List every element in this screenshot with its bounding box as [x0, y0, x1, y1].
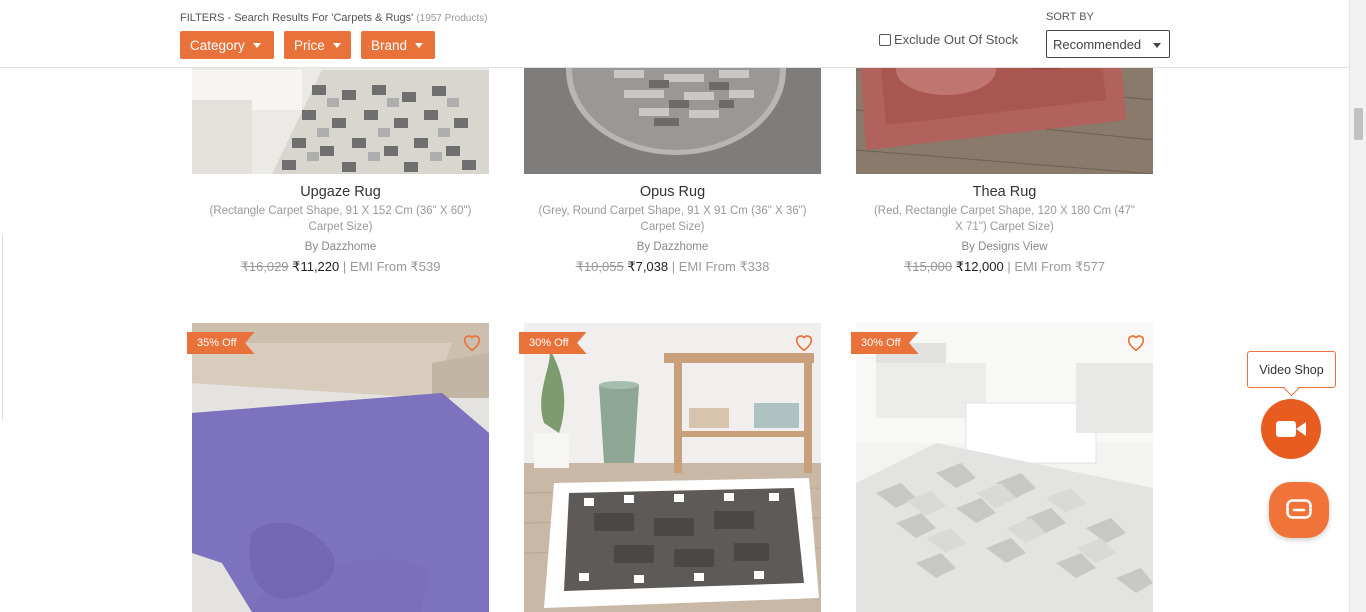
- exclude-label: Exclude Out Of Stock: [894, 32, 1019, 47]
- product-info: Opus Rug (Grey, Round Carpet Shape, 91 X…: [524, 184, 821, 275]
- filter-title: FILTERS - Search Results For 'Carpets & …: [180, 12, 487, 24]
- mrp-price: ₹16,029: [240, 259, 289, 274]
- sale-price: ₹7,038: [627, 259, 669, 274]
- wishlist-heart-icon[interactable]: [461, 331, 483, 353]
- video-shop-label[interactable]: Video Shop: [1247, 351, 1336, 388]
- product-description: (Grey, Round Carpet Shape, 91 X 91 Cm (3…: [538, 205, 807, 233]
- side-panel-edge: [0, 235, 3, 420]
- product-name[interactable]: Upgaze Rug: [192, 184, 489, 200]
- sale-price: ₹11,220: [292, 259, 340, 274]
- chevron-down-icon: [415, 42, 424, 48]
- product-brand: By Dazzhome: [304, 241, 377, 253]
- discount-badge: 30% Off: [851, 332, 919, 354]
- chat-icon: [1286, 499, 1312, 519]
- filter-bar: FILTERS - Search Results For 'Carpets & …: [0, 0, 1349, 68]
- product-image[interactable]: [856, 323, 1153, 612]
- emi-text: | EMI From ₹338: [668, 259, 770, 274]
- video-camera-icon: [1276, 421, 1306, 437]
- product-price: ₹15,000 ₹12,000 | EMI From ₹577: [856, 259, 1153, 275]
- mrp-price: ₹15,000: [904, 259, 953, 274]
- chevron-down-icon: [1153, 43, 1161, 48]
- chevron-down-icon: [332, 42, 341, 48]
- product-brand: By Designs View: [961, 241, 1048, 253]
- chat-button[interactable]: [1269, 482, 1329, 538]
- brand-filter-label: Brand: [371, 37, 408, 53]
- exclude-checkbox[interactable]: [879, 33, 891, 46]
- scrollbar[interactable]: [1349, 0, 1366, 612]
- video-shop-button[interactable]: [1261, 399, 1321, 459]
- price-filter-label: Price: [294, 37, 325, 53]
- product-price: ₹10,055 ₹7,038 | EMI From ₹338: [524, 259, 821, 275]
- product-price: ₹16,029 ₹11,220 | EMI From ₹539: [192, 259, 489, 275]
- discount-badge: 30% Off: [519, 332, 587, 354]
- price-filter-button[interactable]: Price: [284, 31, 351, 59]
- product-image[interactable]: [192, 323, 489, 612]
- product-description: (Red, Rectangle Carpet Shape, 120 X 180 …: [873, 205, 1136, 233]
- product-card[interactable]: 35% Off: [187, 323, 489, 612]
- product-count: (1957 Products): [416, 13, 488, 24]
- product-description: (Rectangle Carpet Shape, 91 X 152 Cm (36…: [209, 205, 472, 233]
- mrp-price: ₹10,055: [575, 259, 624, 274]
- sort-value: Recommended: [1053, 36, 1142, 52]
- discount-badge: 35% Off: [187, 332, 255, 354]
- sale-price: ₹12,000: [955, 259, 1004, 274]
- emi-text: | EMI From ₹577: [1003, 259, 1105, 274]
- product-name[interactable]: Thea Rug: [856, 184, 1153, 200]
- brand-filter-button[interactable]: Brand: [361, 31, 435, 59]
- product-name[interactable]: Opus Rug: [524, 184, 821, 200]
- wishlist-heart-icon[interactable]: [1125, 331, 1147, 353]
- product-card[interactable]: 30% Off: [851, 323, 1153, 612]
- sort-select[interactable]: Recommended: [1046, 30, 1170, 58]
- emi-text: | EMI From ₹539: [339, 259, 441, 274]
- product-info: Upgaze Rug (Rectangle Carpet Shape, 91 X…: [192, 184, 489, 275]
- product-brand: By Dazzhome: [636, 241, 709, 253]
- exclude-out-of-stock[interactable]: Exclude Out Of Stock: [879, 32, 1018, 47]
- scrollbar-thumb[interactable]: [1354, 108, 1363, 140]
- product-card[interactable]: 30% Off: [519, 323, 821, 612]
- category-filter-button[interactable]: Category: [180, 31, 274, 59]
- category-filter-label: Category: [190, 37, 245, 53]
- sort-by-label: SORT BY: [1046, 11, 1094, 23]
- chevron-down-icon: [252, 42, 261, 48]
- product-info: Thea Rug (Red, Rectangle Carpet Shape, 1…: [856, 184, 1153, 275]
- filter-title-text: FILTERS - Search Results For 'Carpets & …: [180, 12, 414, 24]
- product-image[interactable]: [524, 323, 821, 612]
- wishlist-heart-icon[interactable]: [793, 331, 815, 353]
